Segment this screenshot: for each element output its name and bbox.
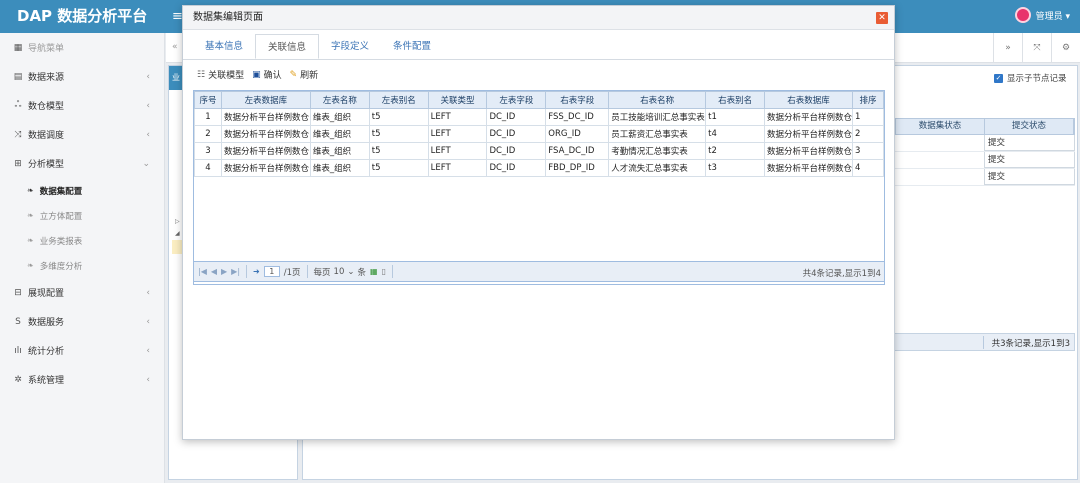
- sidebar-subitem-dataset-config[interactable]: ❧ 数据集配置: [0, 178, 164, 203]
- background-table: 数据集状态 提交状态 提交 提交 提交: [895, 118, 1075, 186]
- tab-basic-info[interactable]: 基本信息: [193, 34, 255, 59]
- list-icon: ▤: [13, 71, 23, 82]
- caret-down-icon[interactable]: ◢: [175, 230, 180, 237]
- fullscreen-icon[interactable]: ⤧: [1022, 33, 1051, 63]
- dialog-title: 数据集编辑页面: [183, 6, 894, 30]
- pagination-bar: |◀ ◀ ▶ ▶| ➜ 1 /1页 每页 10 ⌄ 条 ▦ ▯ 共4条记录,显示…: [193, 261, 885, 282]
- table-row[interactable]: 2 数据分析平台样例数仓 维表_组织 t5 LEFT DC_ID ORG_ID …: [194, 125, 884, 143]
- tab-underline: [183, 59, 894, 60]
- tab-condition-config[interactable]: 条件配置: [381, 34, 443, 59]
- chevron-left-icon: ‹: [146, 100, 150, 111]
- table-row[interactable]: 提交: [895, 135, 1075, 152]
- divider: [983, 336, 984, 349]
- table-header: 序号 左表数据库 左表名称 左表别名 关联类型 左表字段 右表字段 右表名称 右…: [194, 91, 884, 109]
- double-chevron-left-icon[interactable]: «: [172, 42, 178, 52]
- page-number-input[interactable]: 1: [263, 266, 280, 277]
- chevron-left-icon: ‹: [146, 287, 150, 298]
- shuffle-icon: ⤨: [14, 129, 22, 140]
- chevron-left-icon: ‹: [146, 345, 150, 356]
- dialog-tabs: 基本信息 关联信息 字段定义 条件配置: [193, 34, 443, 59]
- gear-icon[interactable]: ⚙: [1051, 33, 1080, 63]
- prev-page-icon[interactable]: ◀: [211, 267, 217, 276]
- close-icon[interactable]: ✕: [876, 12, 888, 24]
- user-menu[interactable]: 管理员 ▾: [1014, 7, 1070, 23]
- leaf-icon: ❧: [27, 211, 34, 220]
- sidebar-header: ▦ 导航菜单: [13, 42, 65, 55]
- table-row[interactable]: 提交: [895, 169, 1075, 186]
- sidebar-subitem-business-report[interactable]: ❧ 业务类报表: [0, 228, 164, 253]
- divider: [391, 265, 393, 278]
- caret-right-icon[interactable]: ▷: [175, 218, 180, 225]
- show-child-checkbox[interactable]: ✓ 显示子节点记录: [994, 72, 1067, 84]
- table-icon: ☷: [197, 69, 206, 80]
- dataset-edit-dialog: 数据集编辑页面 ✕ 基本信息 关联信息 字段定义 条件配置 ☷ 关联模型 ▣ 确…: [182, 5, 895, 440]
- chevron-left-icon: ‹: [146, 129, 150, 140]
- relate-model-button[interactable]: ☷ 关联模型: [197, 68, 244, 82]
- divider: [246, 265, 248, 278]
- chevron-down-icon: ⌄: [142, 158, 150, 169]
- sidebar-item-statistics[interactable]: ılı 统计分析 ‹: [0, 336, 164, 365]
- analysis-icon: ⊞: [14, 158, 22, 169]
- refresh-button[interactable]: ✎ 刷新: [289, 68, 319, 82]
- app-logo: DAP 数据分析平台: [17, 7, 148, 25]
- chevron-left-icon: ‹: [146, 316, 150, 327]
- page-count: /1页: [283, 267, 301, 278]
- checkbox-checked-icon: ✓: [994, 73, 1003, 83]
- pager-total: 共3条记录,显示1到3: [991, 339, 1070, 349]
- tab-tools: » ⤧ ⚙: [993, 33, 1080, 63]
- chevron-down-icon: ⌄: [347, 266, 355, 277]
- leaf-icon: ❧: [27, 186, 34, 195]
- save-icon: ▣: [252, 69, 261, 80]
- sidebar-item-scheduling[interactable]: ⤨ 数据调度 ‹: [0, 120, 164, 149]
- table-row[interactable]: 3 数据分析平台样例数仓 维表_组织 t5 LEFT DC_ID FSA_DC_…: [194, 142, 884, 160]
- divider: [306, 265, 308, 278]
- tab-field-definition[interactable]: 字段定义: [319, 34, 381, 59]
- relation-table: 序号 左表数据库 左表名称 左表别名 关联类型 左表字段 右表字段 右表名称 右…: [194, 91, 884, 177]
- page-size-select[interactable]: 每页 10 ⌄ 条: [314, 266, 366, 278]
- chevron-left-icon: ‹: [146, 374, 150, 385]
- double-chevron-right-icon[interactable]: »: [993, 33, 1022, 63]
- next-page-icon[interactable]: ▶: [221, 267, 227, 276]
- sidebar: ▦ 导航菜单 ▤ 数据来源 ‹ ஃ 数仓模型 ‹ ⤨ 数据调度 ‹ ⊞ 分析模型…: [0, 33, 165, 483]
- leaf-icon: ❧: [27, 261, 34, 270]
- tab-relation-info[interactable]: 关联信息: [255, 34, 320, 59]
- table-header: 数据集状态 提交状态: [895, 118, 1075, 135]
- gear-icon: ✲: [14, 374, 22, 385]
- chevron-left-icon: ‹: [146, 71, 150, 82]
- dialog-toolbar: ☷ 关联模型 ▣ 确认 ✎ 刷新: [197, 68, 319, 82]
- grid-icon: ▦: [13, 42, 23, 53]
- sidebar-subitem-multidim-analysis[interactable]: ❧ 多维度分析: [0, 253, 164, 278]
- tree-node-highlight: [172, 240, 182, 254]
- refresh-icon: ✎: [289, 69, 298, 80]
- layout-icon: ⊟: [14, 287, 22, 298]
- first-page-icon[interactable]: |◀: [198, 267, 207, 276]
- table-row[interactable]: 提交: [895, 152, 1075, 169]
- sidebar-item-warehouse-model[interactable]: ஃ 数仓模型 ‹: [0, 91, 164, 120]
- sidebar-item-data-service[interactable]: S 数据服务 ‹: [0, 307, 164, 336]
- sidebar-item-data-source[interactable]: ▤ 数据来源 ‹: [0, 62, 164, 91]
- sidebar-item-display-config[interactable]: ⊟ 展现配置 ‹: [0, 278, 164, 307]
- confirm-button[interactable]: ▣ 确认: [252, 68, 282, 82]
- last-page-icon[interactable]: ▶|: [231, 267, 240, 276]
- relation-grid: 序号 左表数据库 左表名称 左表别名 关联类型 左表字段 右表字段 右表名称 右…: [193, 90, 885, 285]
- table-row[interactable]: 4 数据分析平台样例数仓 维表_组织 t5 LEFT DC_ID FBD_DP_…: [194, 159, 884, 177]
- avatar: [1014, 7, 1031, 23]
- user-name: 管理员 ▾: [1035, 11, 1070, 22]
- sidebar-item-analysis-model[interactable]: ⊞ 分析模型 ⌄: [0, 149, 164, 178]
- table-row[interactable]: 1 数据分析平台样例数仓 维表_组织 t5 LEFT DC_ID FSS_DC_…: [194, 108, 884, 126]
- leaf-icon: ❧: [27, 236, 34, 245]
- sidebar-subitem-cube-config[interactable]: ❧ 立方体配置: [0, 203, 164, 228]
- excel-export-icon[interactable]: ▦: [370, 267, 378, 276]
- bar-chart-icon: ılı: [14, 345, 22, 356]
- model-icon: ஃ: [14, 100, 22, 110]
- document-icon[interactable]: ▯: [382, 267, 386, 276]
- pager-total: 共4条记录,显示1到4: [802, 269, 881, 279]
- sidebar-item-system-admin[interactable]: ✲ 系统管理 ‹: [0, 365, 164, 394]
- go-arrow-icon[interactable]: ➜: [253, 267, 260, 276]
- service-icon: S: [15, 316, 21, 327]
